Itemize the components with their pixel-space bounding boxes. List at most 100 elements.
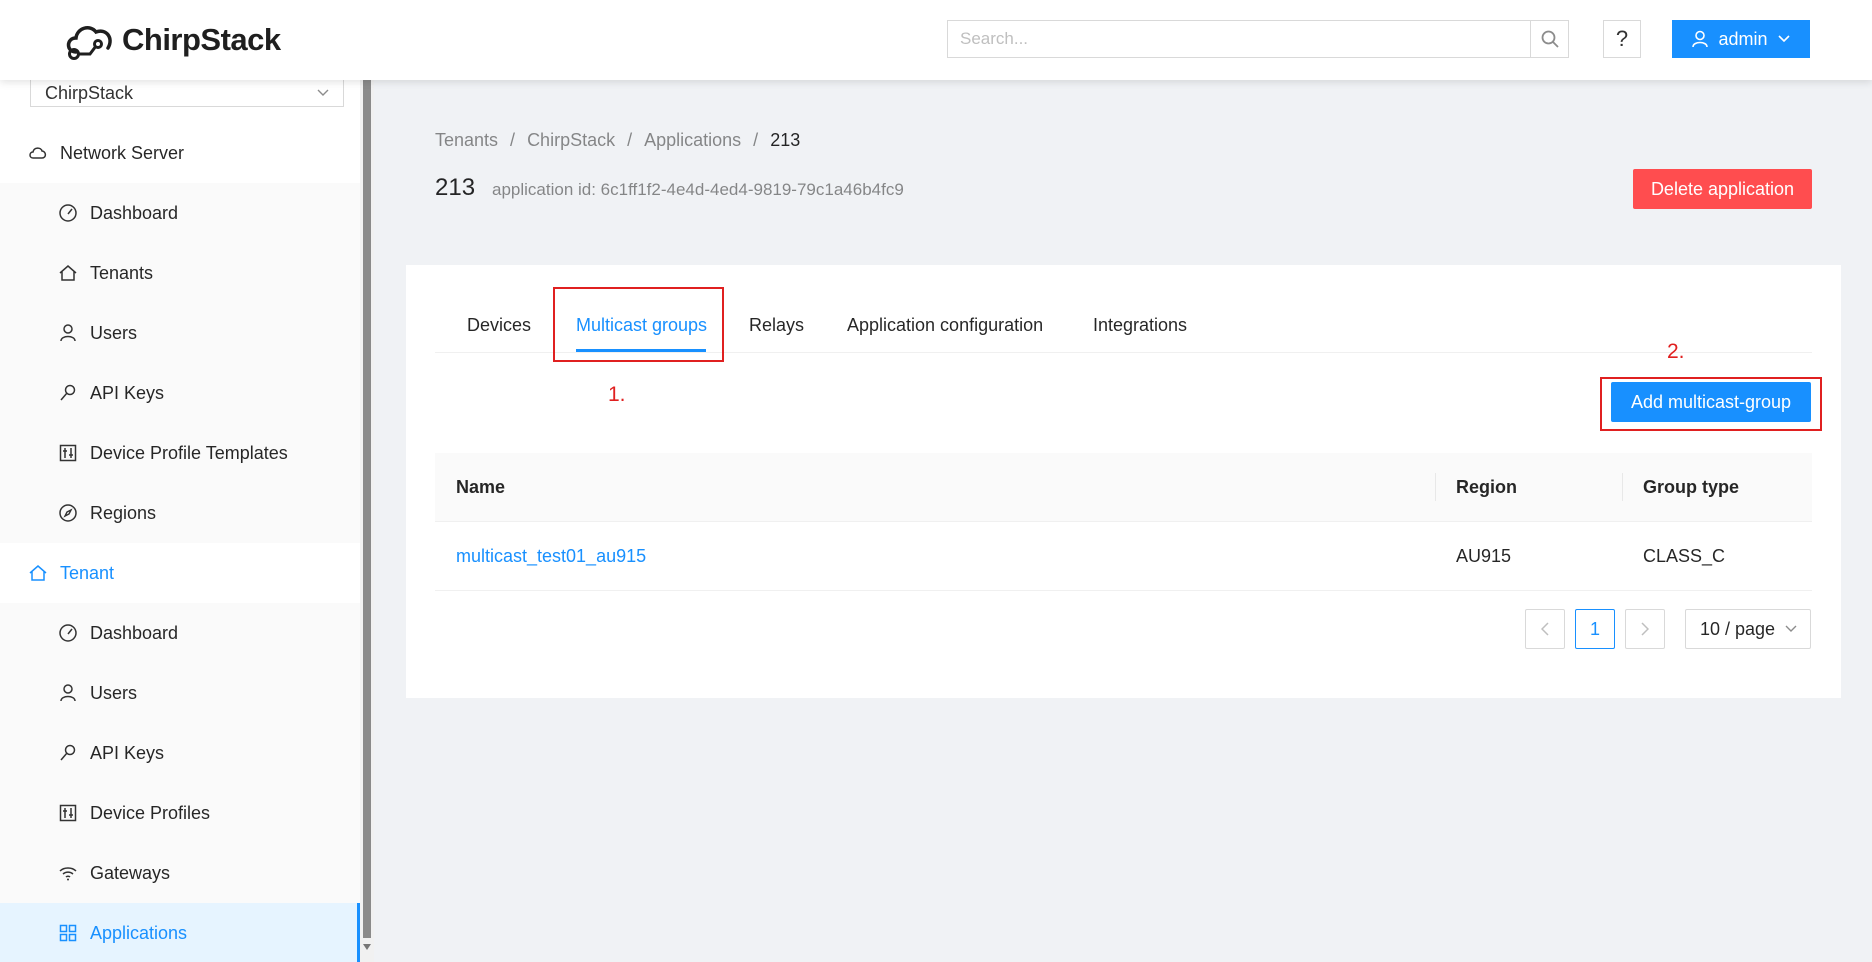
brand-name: ChirpStack	[122, 22, 281, 57]
search-icon	[1541, 30, 1559, 48]
sidebar-item-label: Users	[90, 322, 138, 343]
sidebar-item-label: Dashboard	[90, 202, 179, 223]
breadcrumb: Tenants / ChirpStack / Applications / 21…	[435, 130, 800, 151]
column-divider	[1622, 473, 1623, 501]
sidebar-item-tenant-gateways[interactable]: Gateways	[0, 843, 360, 903]
delete-application-button[interactable]: Delete application	[1633, 169, 1812, 209]
sidebar-scrollbar[interactable]	[360, 80, 374, 962]
sidebar-item-label: Applications	[90, 922, 188, 943]
menu-group-tenant[interactable]: Tenant	[0, 543, 360, 603]
user-icon	[60, 324, 76, 342]
tab-relays[interactable]: Relays	[749, 315, 804, 336]
menu-group-network-server[interactable]: Network Server	[0, 123, 360, 183]
breadcrumb-tenants[interactable]: Tenants	[435, 130, 498, 151]
breadcrumb-separator: /	[753, 130, 759, 150]
chevron-down-icon	[1785, 625, 1797, 632]
dashboard-icon	[59, 204, 77, 222]
help-button[interactable]: ?	[1603, 20, 1641, 58]
breadcrumb-separator: /	[510, 130, 516, 150]
sidebar-item-ns-api-keys[interactable]: API Keys	[0, 363, 360, 423]
sidebar-item-label: API Keys	[90, 742, 165, 763]
sidebar-item-ns-users[interactable]: Users	[0, 303, 360, 363]
sidebar-item-tenant-api-keys[interactable]: API Keys	[0, 723, 360, 783]
sidebar-item-label: Regions	[90, 502, 157, 523]
user-name: admin	[1718, 28, 1768, 49]
tab-integrations[interactable]: Integrations	[1093, 315, 1187, 336]
table-header: Name Region Group type	[435, 453, 1812, 522]
key-icon	[60, 384, 76, 401]
multicast-group-type: CLASS_C	[1643, 545, 1726, 566]
top-header: ChirpStack ? admin	[0, 0, 1872, 80]
chevron-left-icon	[1541, 622, 1549, 636]
annotation-step-2: 2.	[1667, 340, 1685, 363]
sidebar-item-ns-tenants[interactable]: Tenants	[0, 243, 360, 303]
compass-icon	[59, 504, 77, 522]
sidebar-item-ns-device-profile-templates[interactable]: Device Profile Templates	[0, 423, 360, 483]
cloud-logo-icon	[66, 26, 112, 60]
user-icon	[1692, 30, 1709, 48]
breadcrumb-current: 213	[770, 130, 801, 150]
home-icon	[59, 265, 77, 281]
pagination-page-1[interactable]: 1	[1575, 609, 1615, 649]
column-divider	[1435, 473, 1436, 501]
multicast-group-name-link[interactable]: multicast_test01_au915	[456, 522, 646, 590]
breadcrumb-separator: /	[627, 130, 633, 150]
sidebar-item-label: Users	[90, 682, 138, 703]
sidebar-item-label: API Keys	[90, 382, 165, 403]
column-header-region: Region	[1456, 476, 1517, 497]
delete-button-label: Delete application	[1650, 178, 1795, 199]
sidebar-item-tenant-device-profiles[interactable]: Device Profiles	[0, 783, 360, 843]
content-card: Devices Multicast groups Relays Applicat…	[406, 265, 1841, 698]
user-menu-button[interactable]: admin	[1672, 20, 1810, 58]
sidebar-item-label: Dashboard	[90, 622, 179, 643]
column-header-name: Name	[456, 476, 506, 497]
user-icon	[60, 684, 76, 702]
page-subtitle: application id: 6c1ff1f2-4e4d-4ed4-9819-…	[492, 180, 904, 199]
sidebar: ChirpStack Network Server Dashboard Tena…	[0, 80, 360, 962]
search-input[interactable]	[947, 20, 1531, 58]
grid-icon	[59, 924, 77, 942]
sidebar-item-label: Gateways	[90, 862, 171, 883]
scrollbar-thumb[interactable]	[363, 80, 371, 938]
search-button[interactable]	[1530, 20, 1569, 58]
breadcrumb-chirpstack[interactable]: ChirpStack	[527, 130, 615, 151]
tab-devices[interactable]: Devices	[467, 315, 531, 336]
page-size-select[interactable]: 10 / page	[1685, 609, 1811, 649]
add-multicast-group-button[interactable]: Add multicast-group	[1611, 382, 1811, 422]
tenant-select-value: ChirpStack	[45, 82, 134, 103]
chirpstack-logo[interactable]: ChirpStack	[62, 18, 281, 62]
chevron-down-icon	[317, 89, 329, 96]
dashboard-icon	[59, 624, 77, 642]
cloud-icon	[29, 147, 47, 159]
page-size-value: 10 / page	[1700, 618, 1776, 639]
wifi-icon	[59, 867, 77, 881]
menu-group-label: Tenant	[60, 562, 115, 583]
sidebar-item-label: Device Profiles	[90, 802, 211, 823]
key-icon	[60, 744, 76, 761]
sliders-icon	[59, 444, 77, 462]
sidebar-item-ns-dashboard[interactable]: Dashboard	[0, 183, 360, 243]
sliders-icon	[59, 804, 77, 822]
page-title: 213	[435, 174, 476, 201]
sidebar-item-tenant-dashboard[interactable]: Dashboard	[0, 603, 360, 663]
chevron-right-icon	[1641, 622, 1649, 636]
sidebar-item-tenant-applications[interactable]: Applications	[0, 903, 360, 962]
page-number: 1	[1589, 618, 1600, 639]
tab-application-configuration[interactable]: Application configuration	[847, 315, 1043, 336]
help-label: ?	[1615, 26, 1629, 51]
add-button-label: Add multicast-group	[1630, 391, 1792, 412]
search-bar	[947, 20, 1569, 58]
sidebar-item-ns-regions[interactable]: Regions	[0, 483, 360, 543]
column-header-group-type: Group type	[1643, 476, 1740, 497]
multicast-groups-table: Name Region Group type multicast_test01_…	[435, 453, 1812, 591]
sidebar-item-label: Tenants	[90, 262, 154, 283]
pagination-prev-button[interactable]	[1525, 609, 1565, 649]
multicast-group-region: AU915	[1456, 545, 1512, 566]
scroll-down-arrow-icon[interactable]	[363, 944, 371, 950]
tenant-select[interactable]: ChirpStack	[30, 80, 344, 107]
sidebar-item-tenant-users[interactable]: Users	[0, 663, 360, 723]
chevron-down-icon	[1777, 35, 1790, 43]
breadcrumb-applications[interactable]: Applications	[644, 130, 741, 151]
pagination-next-button[interactable]	[1625, 609, 1665, 649]
table-row: multicast_test01_au915 AU915 CLASS_C	[435, 522, 1812, 591]
